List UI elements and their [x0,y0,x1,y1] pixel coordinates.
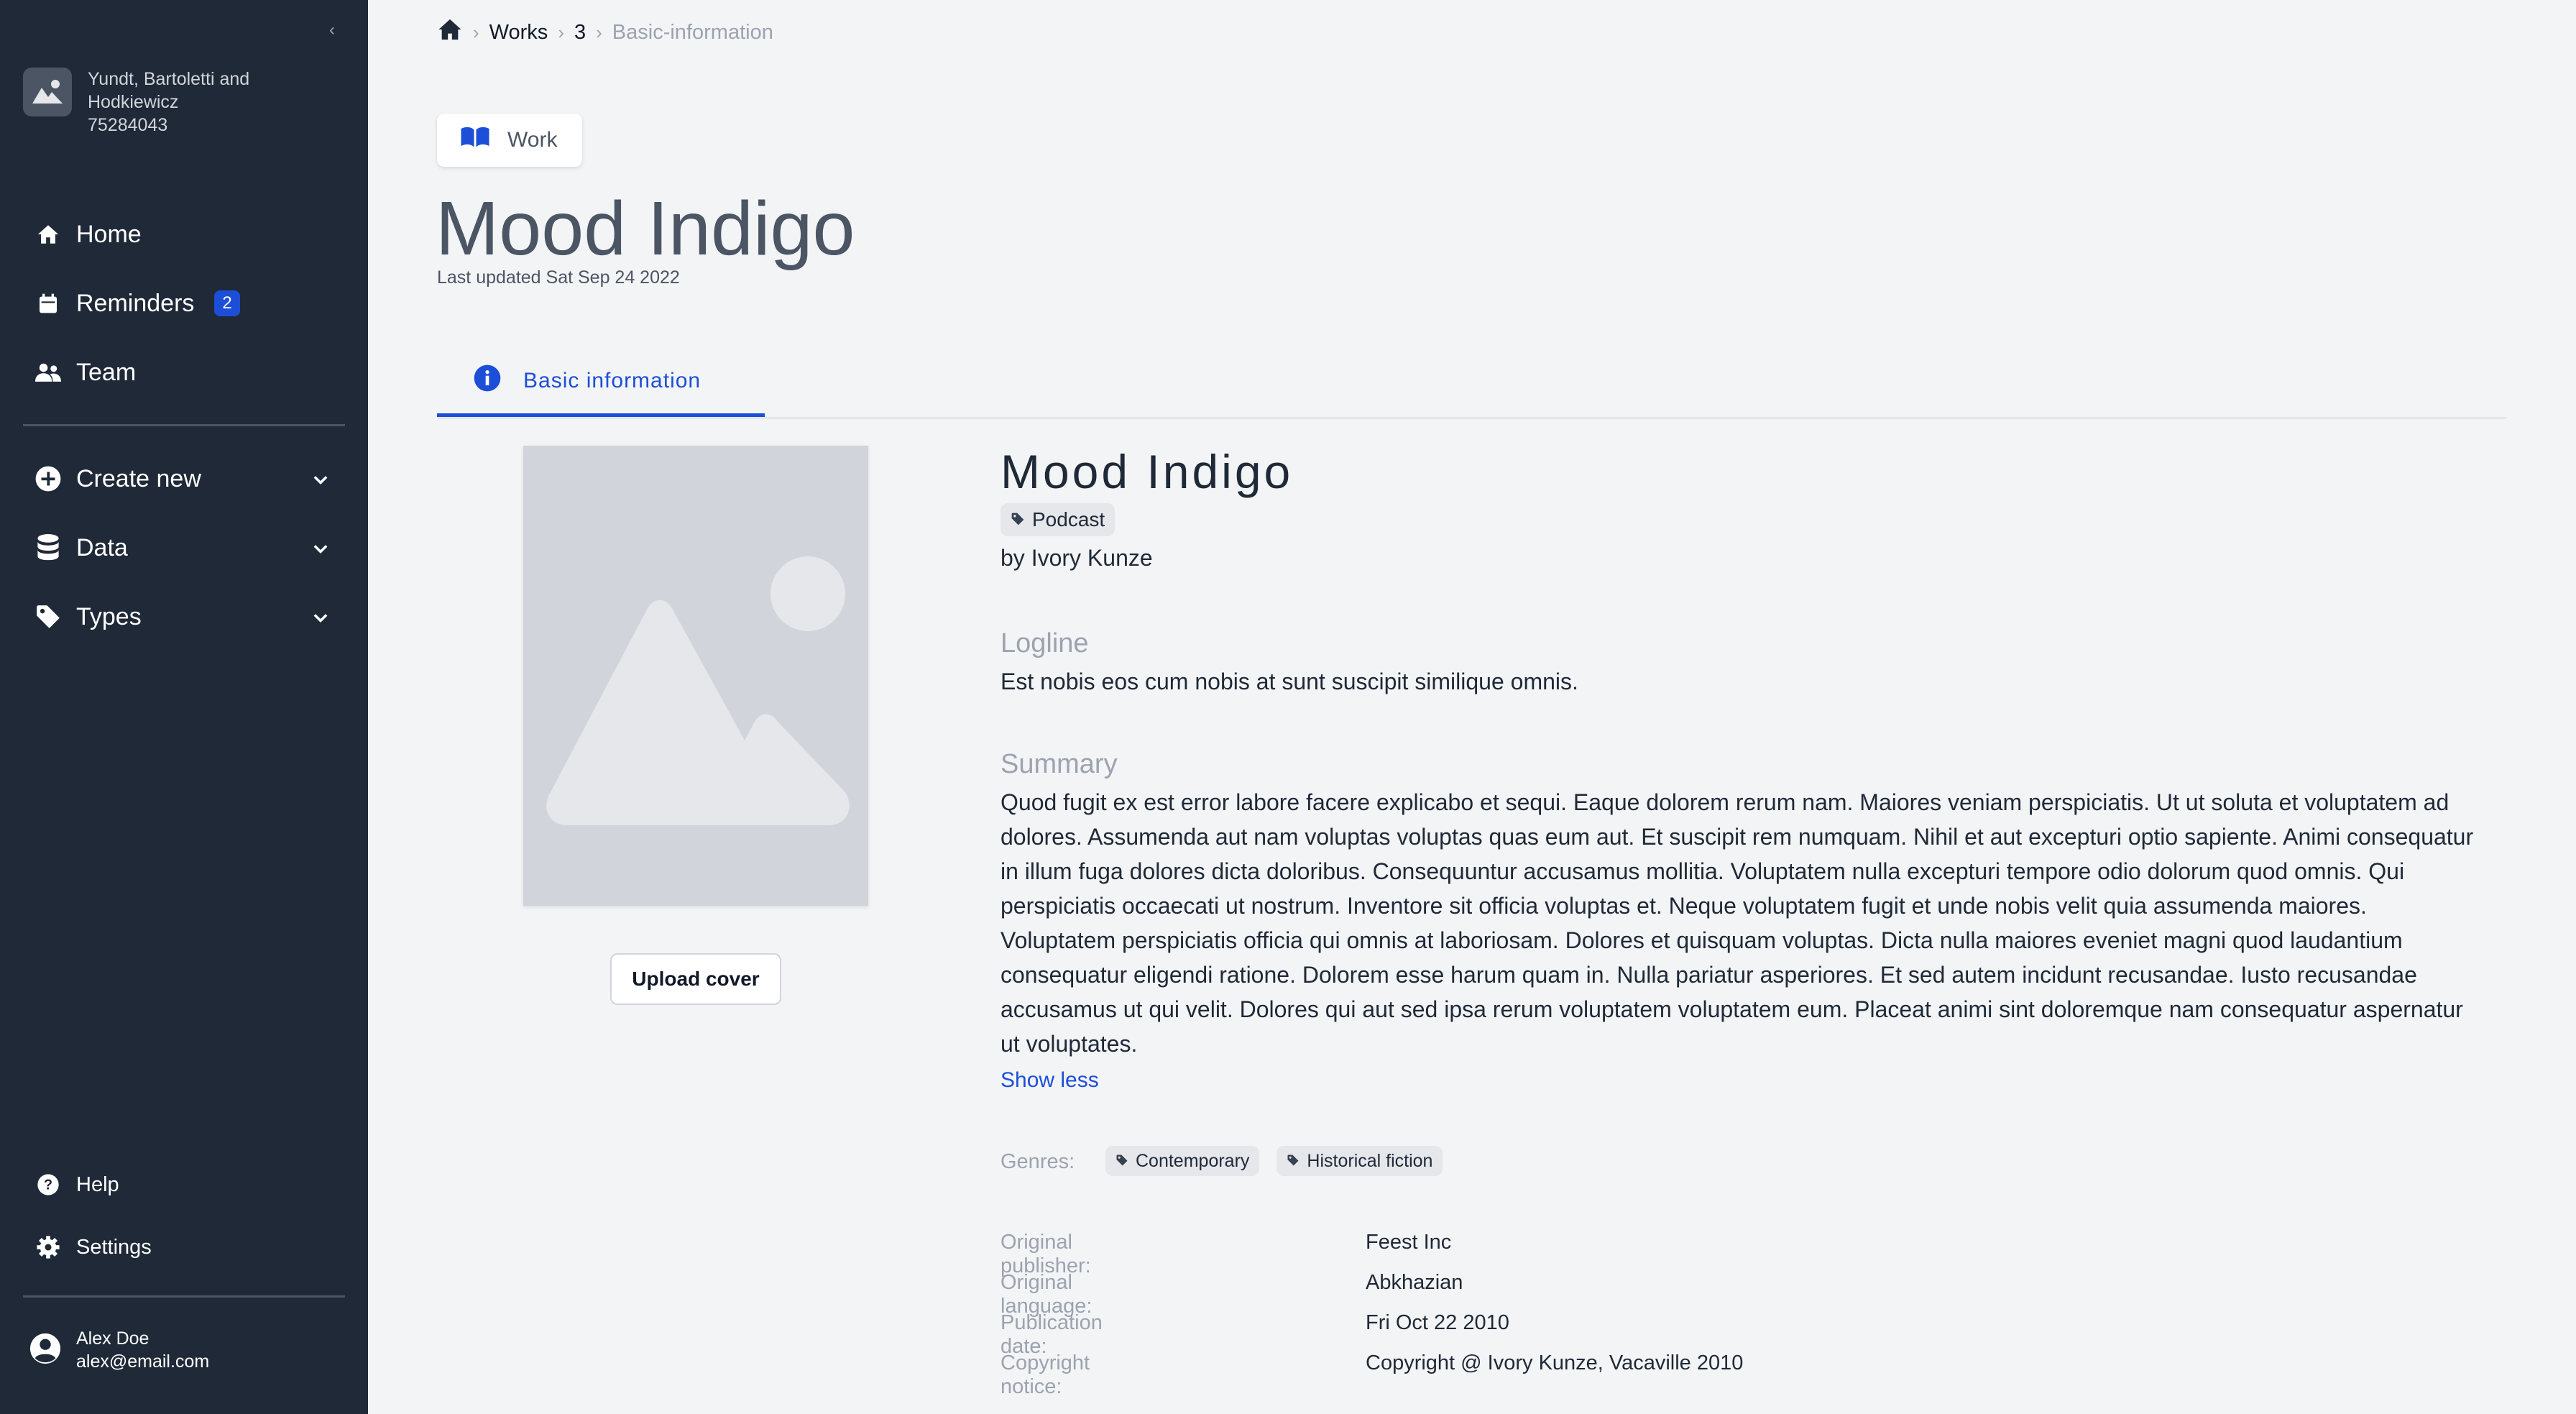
svg-text:?: ? [44,1177,52,1193]
user-email: alex@email.com [76,1351,210,1372]
page-title: Mood Indigo [436,186,855,271]
calendar-icon [34,290,62,317]
tag-icon [34,603,62,630]
chevron-down-icon [310,538,331,566]
sidebar-item-label: Data [76,533,128,561]
sidebar-item-label: Team [76,358,137,386]
home-icon [34,221,62,248]
plus-circle-icon [34,465,62,492]
last-updated: Last updated Sat Sep 24 2022 [437,267,680,288]
sidebar-item-help[interactable]: ? Help [34,1162,345,1208]
chevron-right-icon: › [558,21,564,43]
sidebar-divider [23,424,345,426]
genre-tag: Historical fiction [1276,1146,1443,1176]
database-icon [34,534,62,561]
original-publisher-value: Feest Inc [1366,1231,1452,1254]
tag-icon [1011,508,1025,531]
original-language-value: Abkhazian [1366,1271,1463,1294]
users-icon [34,359,62,386]
chevron-down-icon [310,607,331,635]
info-icon [473,364,502,398]
tab-label: Basic information [523,368,702,392]
chevron-right-icon: › [596,21,602,43]
sidebar-item-create-new[interactable]: Create new [34,456,345,502]
sidebar-divider [23,1295,345,1298]
sidebar-item-settings[interactable]: Settings [34,1224,345,1270]
logline-text: Est nobis eos cum nobis at sunt suscipit… [1000,669,1578,694]
tabs: Basic information [437,348,2507,419]
tag-label: Historical fiction [1307,1150,1433,1171]
genres-label: Genres: [1000,1150,1075,1173]
breadcrumb-current: Basic-information [612,20,773,44]
sidebar-item-label: Reminders [76,289,195,317]
chevron-down-icon [310,469,331,497]
org-logo-icon [23,68,72,116]
logline-heading: Logline [1000,628,1089,658]
org-id: 75284043 [88,115,168,135]
gear-icon [34,1234,62,1261]
breadcrumb-work-id[interactable]: 3 [574,21,586,45]
breadcrumb: › Works › 3 › Basic-information [437,17,773,47]
sidebar-item-types[interactable]: Types [34,594,345,640]
sidebar-item-label: Home [76,220,142,248]
sidebar-item-label: Create new [76,464,201,492]
work-title: Mood Indigo [1000,445,1294,498]
summary-heading: Summary [1000,749,1118,779]
author-byline: by Ivory Kunze [1000,545,1153,571]
genre-tags: Contemporary Historical fiction [1105,1146,1443,1176]
work-type-tag: Podcast [1000,503,1116,536]
tag-label: Contemporary [1136,1150,1250,1171]
tag-icon [1287,1151,1300,1172]
summary-text: Quod fugit ex est error labore facere ex… [1000,789,2474,1057]
image-placeholder-icon [546,556,850,825]
breadcrumb-home-icon[interactable] [437,17,463,47]
copyright-notice-value: Copyright @ Ivory Kunze, Vacaville 2010 [1366,1351,1744,1374]
sidebar-item-data[interactable]: Data [34,525,345,571]
org-name: Yundt, Bartoletti and Hodkiewicz [88,69,250,112]
sidebar-item-reminders[interactable]: Reminders 2 [34,280,345,326]
show-less-link[interactable]: Show less [1000,1068,1099,1093]
cover-placeholder [523,446,868,906]
tab-basic-information[interactable]: Basic information [437,348,765,417]
organization[interactable]: Yundt, Bartoletti and Hodkiewicz 7528404… [23,68,325,137]
collapse-sidebar-button[interactable]: ‹ [329,20,335,40]
sidebar-item-label: Types [76,602,142,630]
work-type-chip: Work [437,114,582,167]
breadcrumb-works[interactable]: Works [489,21,548,45]
user-name: Alex Doe [76,1328,150,1349]
open-book-icon [460,127,490,154]
tag-icon [1116,1151,1128,1172]
genre-tag: Contemporary [1105,1146,1260,1176]
help-icon: ? [34,1171,62,1198]
sidebar-item-label: Settings [76,1235,152,1259]
reminders-count-badge: 2 [214,290,240,316]
metadata-label: Copyright notice: [1000,1351,1090,1398]
sidebar-item-home[interactable]: Home [34,211,345,257]
upload-cover-button[interactable]: Upload cover [610,953,781,1005]
user-avatar-icon [29,1332,62,1369]
tag-label: Podcast [1032,508,1105,531]
publication-date-value: Fri Oct 22 2010 [1366,1311,1509,1334]
chevron-right-icon: › [473,21,479,43]
sidebar: ‹ Yundt, Bartoletti and Hodkiewicz 75284… [0,0,368,1414]
user-profile[interactable]: Alex Doe alex@email.com [29,1327,209,1373]
sidebar-item-team[interactable]: Team [34,349,345,395]
sidebar-item-label: Help [76,1172,119,1196]
work-chip-label: Work [507,128,558,152]
